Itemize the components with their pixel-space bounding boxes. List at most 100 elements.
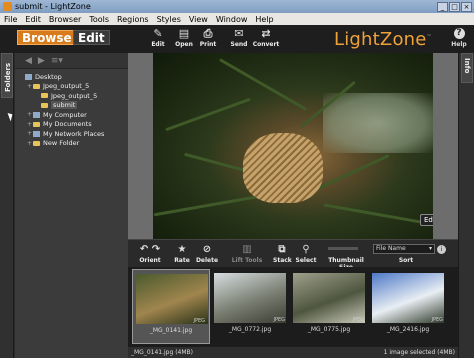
window-title: submit - LightZone (15, 2, 91, 11)
thumbnail-caption: _MG_0772.jpg (228, 326, 272, 333)
menu-regions[interactable]: Regions (113, 15, 153, 24)
file-type-badge: JPEG (352, 317, 364, 323)
tree-item[interactable]: + My Documents (15, 120, 128, 130)
banksia-cone (243, 133, 323, 203)
tree-item[interactable]: submit (15, 101, 128, 111)
thumbnail-size-slider[interactable] (328, 247, 358, 250)
thumbnail[interactable]: JPEG _MG_0775.jpg (290, 269, 368, 344)
menu-window[interactable]: Window (212, 15, 252, 24)
print-button-label: Print (199, 41, 217, 48)
info-tab[interactable]: Info (461, 53, 473, 83)
thumbnail-caption: _MG_2416.jpg (386, 326, 430, 333)
folder-icon (41, 93, 48, 99)
folder-menu-icon[interactable]: ≡▾ (51, 56, 63, 66)
thumbnail[interactable]: JPEG _MG_0141.jpg (132, 269, 210, 344)
file-type-badge: JPEG (431, 317, 443, 323)
tree-item[interactable]: + New Folder (15, 139, 128, 149)
menu-browser[interactable]: Browser (45, 15, 85, 24)
edit-button[interactable]: ✎ Edit (146, 28, 170, 48)
tree-item-label: New Folder (43, 139, 80, 148)
lift-tools-icon: ▥ (242, 244, 252, 255)
tree-item-label: submit (51, 101, 78, 110)
status-file-info: _MG_0141.jpg (4MB) (131, 349, 193, 356)
lift-tools-button[interactable]: ▥ Lift Tools (231, 244, 263, 264)
right-rail: Info (458, 53, 474, 358)
tree-item[interactable]: + Jpeg_output_5 (15, 82, 128, 92)
folder-tree: Desktop + Jpeg_output_5 Jpeg_output_5 submit… (15, 69, 128, 148)
thumbnail[interactable]: JPEG _MG_0772.jpg (211, 269, 289, 344)
folder-icon (33, 83, 40, 89)
menu-edit[interactable]: Edit (21, 15, 45, 24)
help-button[interactable]: ? Help (449, 28, 469, 48)
delete-button[interactable]: ⊘ Delete (195, 244, 219, 264)
open-button[interactable]: ▤ Open (172, 28, 196, 48)
delete-button-label: Delete (195, 257, 219, 264)
thumbnail[interactable]: JPEG _MG_2416.jpg (369, 269, 447, 344)
browser-toolbar: ↶ ↷ Orient ★ Rate ⊘ Delete ▥ Lift Tools … (128, 239, 458, 271)
rate-button[interactable]: ★ Rate (172, 244, 192, 264)
rate-button-label: Rate (174, 257, 190, 264)
help-icon: ? (453, 28, 465, 39)
menu-bar: File Edit Browser Tools Regions Styles V… (0, 13, 474, 25)
tree-item[interactable]: + My Computer (15, 110, 128, 120)
tree-item-label: Desktop (35, 72, 62, 81)
folders-tab-label: Folders (4, 62, 12, 92)
print-button[interactable]: ⎙ Print (196, 28, 220, 48)
folder-icon (41, 102, 48, 108)
left-rail: Folders (0, 53, 14, 358)
menu-styles[interactable]: Styles (153, 15, 185, 24)
print-icon: ⎙ (203, 27, 213, 40)
computer-icon (25, 73, 32, 80)
delete-icon: ⊘ (202, 244, 212, 255)
tree-item[interactable]: Jpeg_output_5 (15, 91, 128, 101)
thumbnail-image (136, 274, 208, 324)
info-icon[interactable]: i (437, 245, 446, 254)
sort-dropdown-value: File Name (376, 245, 406, 252)
edit-badge[interactable]: Edit (420, 214, 433, 226)
maximize-button[interactable]: □ (449, 1, 460, 12)
folders-tab[interactable]: Folders (1, 53, 13, 98)
send-button[interactable]: ✉ Send (227, 28, 251, 48)
orient-button[interactable]: ↶ ↷ Orient (138, 244, 162, 264)
tree-item-label: My Network Places (43, 129, 105, 138)
select-button[interactable]: ⚲ Select (295, 244, 317, 264)
back-icon[interactable]: ◀ (25, 56, 32, 66)
menu-tools[interactable]: Tools (85, 15, 113, 24)
sort-dropdown[interactable]: File Name ▾ (373, 244, 435, 254)
select-icon: ⚲ (302, 244, 310, 255)
thumbnail-image (372, 273, 444, 323)
close-button[interactable]: × (461, 1, 472, 12)
tree-item-label: Jpeg_output_5 (43, 82, 90, 91)
info-tab-label: Info (463, 58, 471, 74)
convert-button-label: Convert (252, 41, 280, 48)
folder-icon (33, 121, 40, 127)
lightzone-logo: LightZone™ (334, 29, 432, 50)
menu-help[interactable]: Help (251, 15, 277, 24)
open-icon: ▤ (178, 27, 190, 40)
forward-icon[interactable]: ▶ (38, 56, 45, 66)
preview-image[interactable]: Edit (153, 53, 433, 239)
thumbnail-image (214, 273, 286, 323)
edit-mode-button[interactable]: Edit (73, 30, 110, 45)
main-toolbar: Browse Edit ✎ Edit ▤ Open ⎙ Print ✉ Send… (0, 25, 474, 53)
menu-view[interactable]: View (185, 15, 212, 24)
lift-tools-button-label: Lift Tools (231, 257, 263, 264)
status-selection-info: 1 image selected (4MB) (383, 349, 455, 356)
folder-nav-bar: ◀ ▶ ≡▾ (15, 53, 128, 69)
orient-button-label: Orient (139, 257, 161, 264)
title-bar: submit - LightZone _ □ × (0, 0, 474, 13)
browse-mode-button[interactable]: Browse (17, 30, 77, 45)
convert-button[interactable]: ⇄ Convert (252, 28, 280, 48)
stack-button[interactable]: ⧉ Stack (273, 244, 292, 264)
convert-icon: ⇄ (261, 27, 271, 40)
computer-icon (33, 111, 40, 118)
file-type-badge: JPEG (193, 318, 205, 324)
minimize-button[interactable]: _ (437, 1, 448, 12)
tree-item[interactable]: + My Network Places (15, 129, 128, 139)
menu-file[interactable]: File (0, 15, 21, 24)
image-preview-area: Edit (128, 53, 458, 239)
select-button-label: Select (295, 257, 317, 264)
thumbnail-image (293, 273, 365, 323)
tree-item[interactable]: Desktop (15, 72, 128, 82)
tree-item-label: My Documents (43, 120, 92, 129)
